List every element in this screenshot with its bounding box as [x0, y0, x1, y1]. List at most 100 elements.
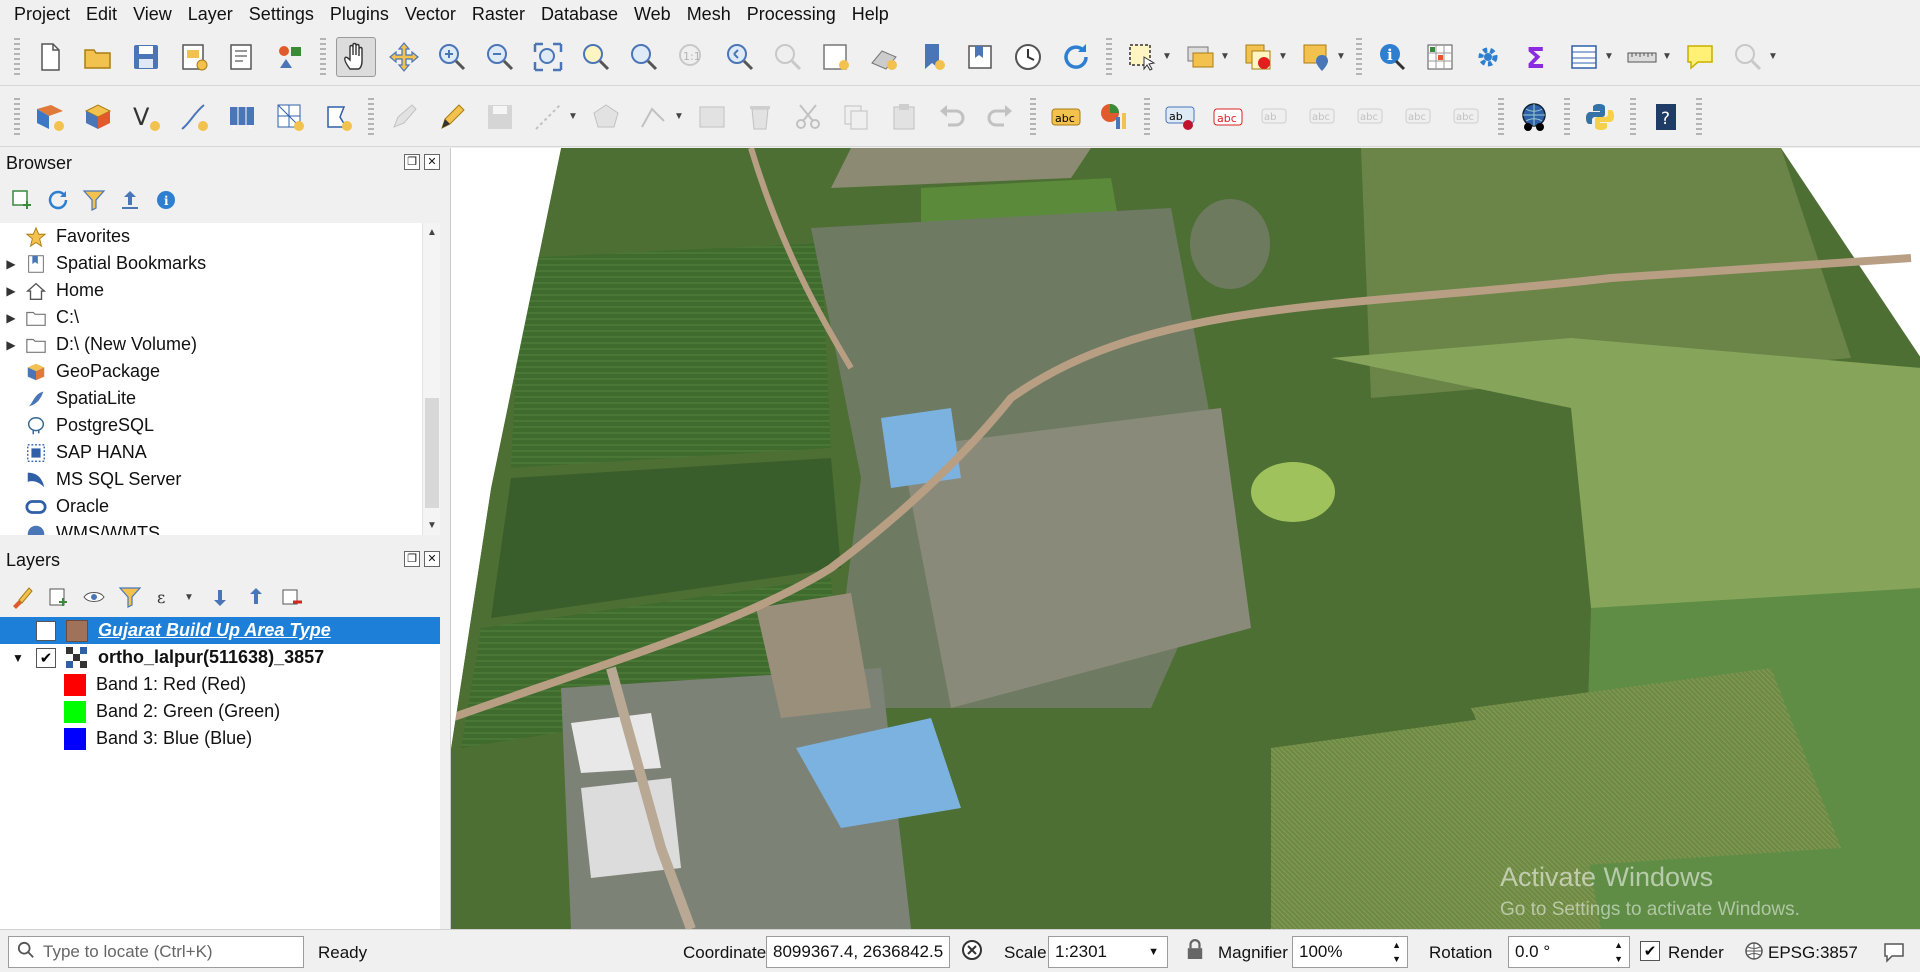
browser-item-sap-hana[interactable]: SAP HANA — [0, 439, 422, 466]
browser-scrollbar[interactable]: ▲ ▼ — [422, 223, 440, 535]
add-group-icon[interactable] — [44, 583, 72, 611]
toolbar-grip[interactable] — [1030, 97, 1036, 136]
layer-row-gujarat-build-up-area[interactable]: Gujarat Build Up Area Type — [0, 617, 440, 644]
menu-web[interactable]: Web — [626, 0, 679, 28]
pan-to-selection-button[interactable] — [384, 37, 424, 77]
chevron-down-icon[interactable]: ▼ — [1278, 51, 1288, 62]
statistical-summary-button[interactable]: Σ — [1516, 37, 1556, 77]
pin-unpin-labels-button[interactable]: abc — [1208, 97, 1248, 137]
lock-scale-icon[interactable] — [1186, 938, 1204, 966]
scroll-down-arrow[interactable]: ▼ — [427, 520, 437, 531]
menu-plugins[interactable]: Plugins — [322, 0, 397, 28]
toolbar-grip[interactable] — [1498, 97, 1504, 136]
modify-attributes-button[interactable] — [692, 97, 732, 137]
zoom-full-button[interactable] — [528, 37, 568, 77]
select-features-button[interactable] — [1122, 37, 1162, 77]
zoom-out-button[interactable] — [480, 37, 520, 77]
browser-item-d-drive[interactable]: ▶ D:\ (New Volume) — [0, 331, 422, 358]
layer-row-ortho-lalpur[interactable]: ▼ ✔ ortho_lalpur(511638)_3857 — [0, 644, 440, 671]
data-source-manager-button[interactable] — [222, 97, 262, 137]
new-spatial-bookmark-button[interactable] — [912, 37, 952, 77]
remove-layer-icon[interactable] — [278, 583, 306, 611]
scrollbar-thumb[interactable] — [425, 398, 439, 508]
current-edits-button[interactable] — [384, 97, 424, 137]
toolbar-grip[interactable] — [368, 97, 374, 136]
chevron-down-icon[interactable]: ▼ — [1768, 51, 1778, 62]
zoom-native-button[interactable]: 1:1 — [672, 37, 712, 77]
zoom-to-layer-button[interactable] — [624, 37, 664, 77]
chevron-down-icon[interactable]: ▼ — [1336, 51, 1346, 62]
collapse-all-icon[interactable] — [242, 583, 270, 611]
open-attribute-table-button[interactable] — [1180, 37, 1220, 77]
menu-layer[interactable]: Layer — [180, 0, 241, 28]
menu-edit[interactable]: Edit — [78, 0, 125, 28]
collapse-all-icon[interactable] — [116, 186, 144, 214]
save-layer-edits-button[interactable] — [480, 97, 520, 137]
toolbar-grip[interactable] — [1144, 97, 1150, 136]
open-layer-styling-icon[interactable] — [8, 583, 36, 611]
refresh-icon[interactable] — [44, 186, 72, 214]
spin-arrows-icon[interactable]: ▲ ▼ — [1614, 938, 1623, 966]
layer-diagram-options-button[interactable] — [1094, 97, 1134, 137]
pan-map-button[interactable] — [336, 36, 376, 77]
open-project-button[interactable] — [78, 37, 118, 77]
filter-legend-icon[interactable] — [116, 583, 144, 611]
paste-features-button[interactable] — [884, 97, 924, 137]
chevron-down-icon[interactable]: ▼ — [1220, 51, 1230, 62]
float-panel-icon[interactable]: ❐ — [404, 154, 420, 170]
expand-arrow-icon[interactable]: ▶ — [0, 284, 22, 298]
menu-vector[interactable]: Vector — [397, 0, 464, 28]
locator-search[interactable]: Type to locate (Ctrl+K) — [8, 936, 304, 968]
rotation-spinbox[interactable]: 0.0 ° ▲ ▼ — [1508, 936, 1630, 968]
layout-manager-button[interactable] — [222, 37, 262, 77]
menu-view[interactable]: View — [125, 0, 180, 28]
new-geopackage-layer-button[interactable] — [30, 97, 70, 137]
render-checkbox[interactable]: ✔ — [1640, 941, 1660, 961]
filter-icon[interactable] — [80, 186, 108, 214]
refresh-button[interactable] — [1056, 37, 1096, 77]
show-hide-labels-button[interactable]: ab — [1256, 97, 1296, 137]
deselect-features-button[interactable] — [1238, 37, 1278, 77]
expand-arrow-icon[interactable]: ▶ — [0, 338, 22, 352]
browser-item-wms-wmts[interactable]: WMS/WMTS — [0, 520, 422, 535]
new-virtual-layer-button[interactable]: V — [126, 97, 166, 137]
spin-arrows-icon[interactable]: ▲ ▼ — [1392, 938, 1401, 966]
show-bookmarks-button[interactable] — [960, 37, 1000, 77]
redo-button[interactable] — [980, 97, 1020, 137]
globe-plugin-icon[interactable] — [1514, 97, 1554, 137]
expand-arrow-icon[interactable]: ▶ — [0, 311, 22, 325]
new-shapefile-layer-button[interactable] — [318, 97, 358, 137]
coordinate-field[interactable]: 8099367.4, 2636842.5 — [766, 936, 950, 968]
magnifier-spinbox[interactable]: 100% ▲ ▼ — [1292, 936, 1408, 968]
menu-project[interactable]: Project — [6, 0, 78, 28]
toolbar-grip[interactable] — [1630, 97, 1636, 136]
field-calculator-button[interactable] — [1420, 37, 1460, 77]
toggle-extents-mouse-icon[interactable] — [960, 938, 984, 967]
processing-toolbox-button[interactable] — [1468, 37, 1508, 77]
attributes-table-menu-button[interactable] — [1564, 37, 1604, 77]
select-by-location-button[interactable] — [1296, 37, 1336, 77]
vertex-tool-button[interactable] — [634, 97, 674, 137]
browser-item-ms-sql-server[interactable]: MS SQL Server — [0, 466, 422, 493]
zoom-last-button[interactable] — [720, 37, 760, 77]
menu-help[interactable]: Help — [844, 0, 897, 28]
browser-item-oracle[interactable]: Oracle — [0, 493, 422, 520]
map-tips-button[interactable] — [1680, 37, 1720, 77]
toolbar-grip[interactable] — [14, 37, 20, 76]
help-contents-icon[interactable]: ? — [1646, 97, 1686, 137]
locator-settings-button[interactable] — [1728, 37, 1768, 77]
digitize-polygon-button[interactable] — [586, 97, 626, 137]
new-mesh-layer-button[interactable] — [270, 97, 310, 137]
identify-features-button[interactable]: i — [1372, 37, 1412, 77]
crs-label[interactable]: EPSG:3857 — [1768, 943, 1858, 963]
add-selected-layers-button[interactable] — [8, 186, 36, 214]
chevron-down-icon[interactable]: ▼ — [1662, 51, 1672, 62]
float-panel-icon[interactable]: ❐ — [404, 551, 420, 567]
digitize-line-button[interactable] — [528, 97, 568, 137]
collapse-arrow-icon[interactable]: ▼ — [0, 651, 36, 665]
crs-globe-icon[interactable] — [1744, 941, 1764, 966]
chevron-down-icon[interactable]: ▼ — [184, 592, 194, 603]
temporal-controller-button[interactable] — [1008, 37, 1048, 77]
browser-item-postgresql[interactable]: PostgreSQL — [0, 412, 422, 439]
layer-visibility-checkbox[interactable]: ✔ — [36, 647, 56, 668]
